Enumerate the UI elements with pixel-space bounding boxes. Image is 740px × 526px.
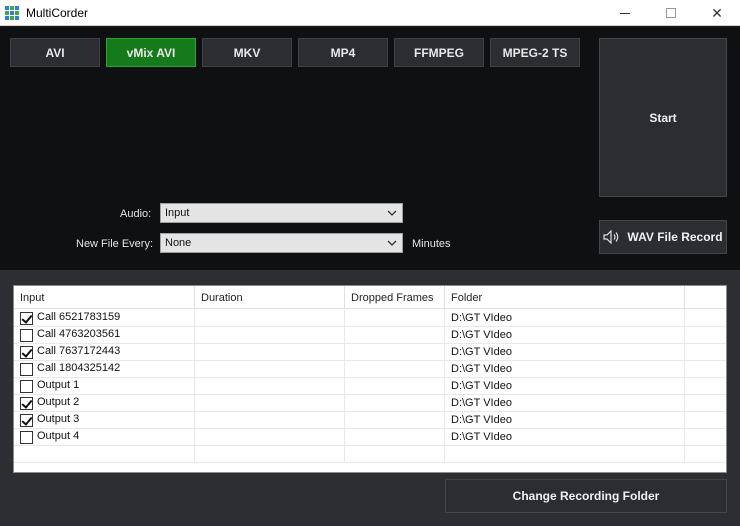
empty-row xyxy=(14,446,726,463)
folder-cell: D:\GT VIdeo xyxy=(445,344,685,361)
table-row[interactable]: Call 7637172443 D:\GT VIdeo xyxy=(14,344,726,361)
minimize-icon xyxy=(620,12,630,14)
record-checkbox[interactable] xyxy=(20,431,33,444)
record-checkbox[interactable] xyxy=(20,329,33,342)
minutes-unit-label: Minutes xyxy=(412,238,451,250)
dropped-frames-cell xyxy=(345,395,445,412)
input-name: Output 2 xyxy=(37,396,80,408)
chevron-down-icon xyxy=(387,240,397,246)
duration-cell xyxy=(195,327,345,344)
record-checkbox[interactable] xyxy=(20,346,33,359)
empty-cell xyxy=(195,446,345,463)
record-checkbox[interactable] xyxy=(20,397,33,410)
input-name: Output 3 xyxy=(37,413,80,425)
table-header: Input Duration Dropped Frames Folder xyxy=(14,286,726,309)
inputs-table[interactable]: Input Duration Dropped Frames Folder Cal… xyxy=(13,285,727,473)
column-header-duration[interactable]: Duration xyxy=(195,286,345,309)
format-button-ffmpeg[interactable]: FFMPEG xyxy=(394,38,484,67)
wav-file-record-button[interactable]: WAV File Record xyxy=(599,220,727,254)
title-bar: MultiCorder ✕ xyxy=(0,0,740,26)
table-row[interactable]: Call 6521783159 D:\GT VIdeo xyxy=(14,310,726,327)
chevron-down-icon xyxy=(387,210,397,216)
column-header-folder[interactable]: Folder xyxy=(445,286,685,309)
input-name: Output 4 xyxy=(37,430,80,442)
audio-select-value: Input xyxy=(165,207,190,219)
table-row[interactable]: Output 4 D:\GT VIdeo xyxy=(14,429,726,446)
input-name: Call 7637172443 xyxy=(37,345,121,357)
folder-cell: D:\GT VIdeo xyxy=(445,395,685,412)
input-cell: Call 1804325142 xyxy=(14,361,195,378)
dropped-frames-cell xyxy=(345,310,445,327)
record-checkbox[interactable] xyxy=(20,414,33,427)
input-name: Output 1 xyxy=(37,379,80,391)
format-button-vmix-avi[interactable]: vMix AVI xyxy=(106,38,196,67)
format-button-avi[interactable]: AVI xyxy=(10,38,100,67)
dropped-frames-cell xyxy=(345,344,445,361)
format-button-mpeg2-ts[interactable]: MPEG-2 TS xyxy=(490,38,580,67)
duration-cell xyxy=(195,344,345,361)
window-title: MultiCorder xyxy=(26,6,89,20)
input-cell: Output 3 xyxy=(14,412,195,429)
record-checkbox[interactable] xyxy=(20,312,33,325)
minimize-button[interactable] xyxy=(602,0,648,26)
folder-cell: D:\GT VIdeo xyxy=(445,327,685,344)
close-icon: ✕ xyxy=(711,4,723,21)
folder-cell: D:\GT VIdeo xyxy=(445,378,685,395)
empty-cell xyxy=(445,446,685,463)
dropped-frames-cell xyxy=(345,378,445,395)
record-checkbox[interactable] xyxy=(20,363,33,376)
wav-file-record-label: WAV File Record xyxy=(627,230,723,244)
speaker-icon xyxy=(603,230,619,244)
folder-cell: D:\GT VIdeo xyxy=(445,361,685,378)
column-header-input[interactable]: Input xyxy=(14,286,195,309)
table-row[interactable]: Output 1 D:\GT VIdeo xyxy=(14,378,726,395)
empty-cell xyxy=(345,446,445,463)
folder-cell: D:\GT VIdeo xyxy=(445,412,685,429)
format-button-mkv[interactable]: MKV xyxy=(202,38,292,67)
input-name: Call 4763203561 xyxy=(37,328,121,340)
folder-cell: D:\GT VIdeo xyxy=(445,429,685,446)
input-name: Call 6521783159 xyxy=(37,311,121,323)
app-grid-icon xyxy=(4,5,20,21)
duration-cell xyxy=(195,310,345,327)
inputs-panel: Input Duration Dropped Frames Folder Cal… xyxy=(0,270,740,526)
input-cell: Output 4 xyxy=(14,429,195,446)
dropped-frames-cell xyxy=(345,412,445,429)
audio-label: Audio: xyxy=(120,208,152,220)
input-name: Call 1804325142 xyxy=(37,362,121,374)
duration-cell xyxy=(195,429,345,446)
input-cell: Call 7637172443 xyxy=(14,344,195,361)
duration-cell xyxy=(195,361,345,378)
duration-cell xyxy=(195,395,345,412)
column-header-dropped-frames[interactable]: Dropped Frames xyxy=(345,286,445,309)
recording-settings-panel: AVI vMix AVI MKV MP4 FFMPEG MPEG-2 TS St… xyxy=(0,27,740,270)
input-cell: Output 1 xyxy=(14,378,195,395)
record-checkbox[interactable] xyxy=(20,380,33,393)
table-row[interactable]: Call 4763203561 D:\GT VIdeo xyxy=(14,327,726,344)
new-file-every-value: None xyxy=(165,237,192,249)
input-cell: Call 6521783159 xyxy=(14,310,195,327)
new-file-every-label: New File Every: xyxy=(76,238,154,250)
table-row[interactable]: Output 3 D:\GT VIdeo xyxy=(14,412,726,429)
new-file-every-select[interactable]: None xyxy=(160,233,403,253)
change-recording-folder-button[interactable]: Change Recording Folder xyxy=(445,479,727,513)
dropped-frames-cell xyxy=(345,361,445,378)
table-row[interactable]: Call 1804325142 D:\GT VIdeo xyxy=(14,361,726,378)
close-button[interactable]: ✕ xyxy=(694,0,740,26)
duration-cell xyxy=(195,378,345,395)
dropped-frames-cell xyxy=(345,327,445,344)
input-cell: Call 4763203561 xyxy=(14,327,195,344)
table-row[interactable]: Output 2 D:\GT VIdeo xyxy=(14,395,726,412)
dropped-frames-cell xyxy=(345,429,445,446)
folder-cell: D:\GT VIdeo xyxy=(445,310,685,327)
audio-select[interactable]: Input xyxy=(160,203,403,223)
maximize-button[interactable] xyxy=(648,0,694,26)
empty-cell xyxy=(14,446,195,463)
format-button-mp4[interactable]: MP4 xyxy=(298,38,388,67)
duration-cell xyxy=(195,412,345,429)
input-cell: Output 2 xyxy=(14,395,195,412)
start-button[interactable]: Start xyxy=(599,38,727,197)
maximize-icon xyxy=(666,8,676,18)
